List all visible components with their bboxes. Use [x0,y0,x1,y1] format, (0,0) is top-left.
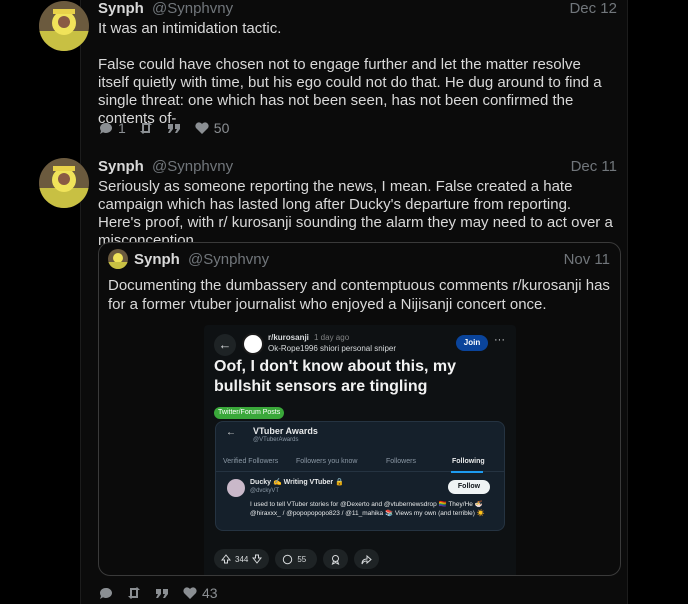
like-button[interactable]: 43 [182,585,218,601]
avatar[interactable] [39,1,89,51]
post-flair-tag: Twitter/Forum Posts [214,407,285,419]
subreddit-name: r/kurosanji [268,333,309,342]
avatar-image [39,1,89,51]
account-handle: @VTuberAwards [253,437,299,443]
tab-following: Following [452,458,485,465]
tweet-post-1[interactable]: Synph @Synphvny Dec 12 It was an intimid… [39,0,627,150]
award-pill [323,549,349,569]
avatar [227,479,245,497]
subreddit-icon [242,333,264,355]
tab-underline [451,471,483,473]
quote-icon [156,589,168,598]
comment-bubble-icon [283,554,293,564]
back-arrow-icon: ← [214,334,236,356]
heart-icon [183,587,197,599]
upvote-count: 344 [235,554,249,564]
back-arrow-icon: ← [226,427,236,438]
tweet-actions: 1 50 [98,119,241,137]
user-flair: shiori personal sniper [320,344,397,353]
retweet-icon [128,587,140,599]
quote-button[interactable] [154,585,170,601]
like-button[interactable]: 50 [194,120,230,136]
quote-text: Documenting the dumbassery and contemptu… [108,277,610,313]
quote-display-name[interactable]: Synph [134,251,180,268]
avatar-image [108,249,128,269]
quote-header: Synph @Synphvny Nov 11 [134,251,610,269]
reply-button[interactable]: 1 [98,120,126,136]
user-handle: @dvckyVT [250,488,280,494]
tweet-text: Seriously as someone reporting the news,… [98,178,613,249]
follow-button: Follow [448,480,490,494]
comment-count: 55 [297,554,307,564]
reply-icon [99,587,112,599]
reddit-post-title: Oof, I don't know about this, my bullshi… [214,358,457,395]
quote-button[interactable] [166,120,182,136]
tweet-text: It was an intimidation tactic. False cou… [98,20,610,128]
embedded-twitter-card: ← VTuber Awards @VTuberAwards Verified F… [215,421,505,531]
downvote-icon [252,554,263,564]
comments-pill: 55 [275,549,318,569]
like-count: 50 [213,120,230,136]
follower-tabs: Verified Followers Followers you know Fo… [216,452,504,473]
join-button: Join [456,335,488,351]
quote-icon [167,124,180,133]
share-pill [354,549,380,569]
display-name[interactable]: Synph [98,158,144,175]
tweet-header: Synph @Synphvny Dec 12 [98,0,617,20]
tweet-date[interactable]: Dec 12 [569,0,617,18]
display-name[interactable]: Synph [98,0,144,17]
tab-followers-you-know: Followers you know [296,458,358,465]
account-title: VTuber Awards [253,426,318,436]
heart-icon [195,122,209,134]
user-display-name: Ducky ✍️ Writing VTuber 🔒 [250,479,344,486]
quote-date[interactable]: Nov 11 [564,251,610,269]
upvote-icon [221,554,231,564]
quoted-tweet[interactable]: Synph @Synphvny Nov 11 Documenting the d… [98,242,621,576]
user-handle[interactable]: @Synphvny [152,0,233,17]
tweet-actions: 43 [98,584,230,602]
user-handle[interactable]: @Synphvny [152,158,233,175]
tweet-paragraph: It was an intimidation tactic. [98,20,282,37]
reply-count: 1 [118,120,126,136]
tweet-paragraph: False could have chosen not to engage fu… [98,56,602,127]
tab-followers: Followers [386,458,416,465]
post-time: 1 day ago [314,333,350,342]
avatar-image [39,158,89,208]
more-options-icon: ··· [494,334,505,346]
quote-user-handle[interactable]: @Synphvny [188,251,269,268]
embedded-screenshot[interactable]: ← r/kurosanji 1 day ago Ok-Rope1996 shio… [204,325,516,575]
tweet-date[interactable]: Dec 11 [571,158,617,176]
tweet-post-2[interactable]: Synph @Synphvny Dec 11 Seriously as some… [39,158,627,604]
user-bio: I used to tell VTuber stories for @Dexer… [250,501,485,517]
reply-button[interactable] [98,585,114,601]
tweet-header: Synph @Synphvny Dec 11 [98,158,617,178]
reddit-username: Ok-Rope1996 [268,344,318,353]
share-icon [361,554,373,564]
timeline: Synph @Synphvny Dec 12 It was an intimid… [39,0,628,604]
reddit-action-bar: 344 55 [214,549,385,569]
vote-pill: 344 [214,549,270,569]
reply-icon [99,122,112,134]
avatar[interactable] [39,158,89,208]
retweet-icon [139,122,152,134]
quote-avatar[interactable] [108,249,128,269]
retweet-button[interactable] [138,120,154,136]
like-count: 43 [202,585,218,601]
retweet-button[interactable] [126,585,142,601]
award-icon [331,554,340,565]
tab-verified-followers: Verified Followers [223,458,279,465]
